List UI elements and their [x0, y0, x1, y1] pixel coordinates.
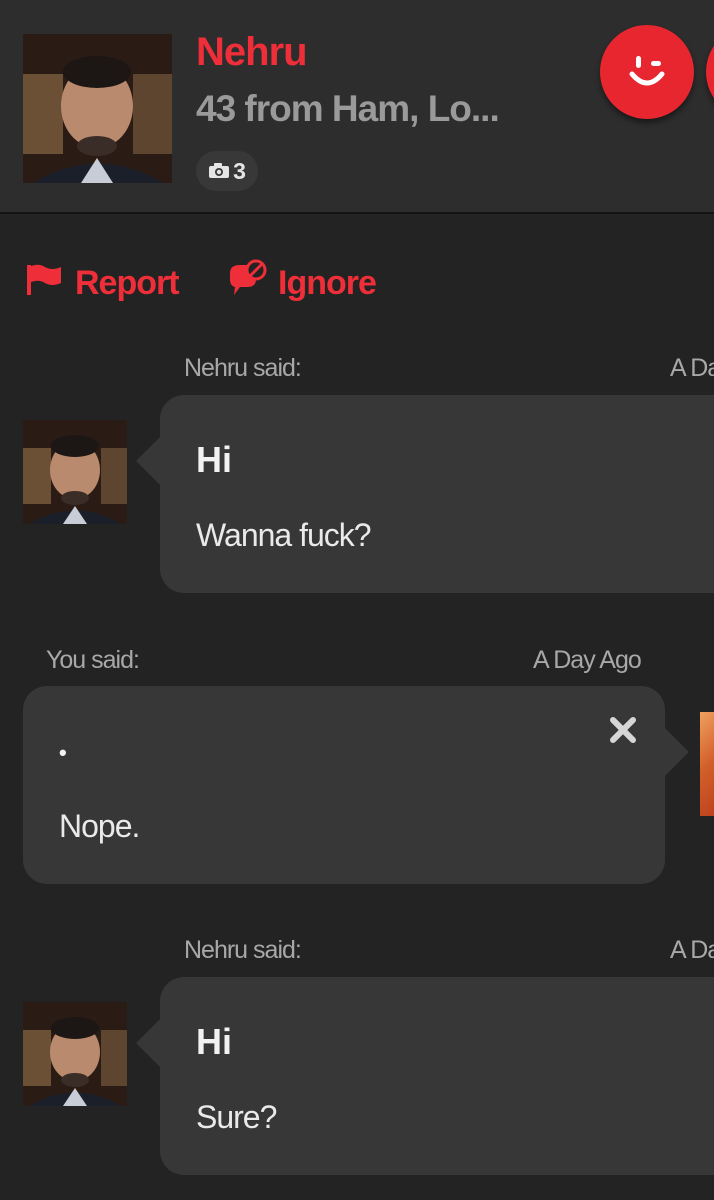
message-bubble: Hi Wanna fuck? — [136, 395, 714, 593]
profile-photo[interactable] — [23, 34, 172, 183]
flag-icon — [25, 263, 65, 304]
own-avatar[interactable] — [700, 712, 714, 816]
wink-button[interactable] — [600, 25, 694, 119]
message-sender-label: Nehru said: — [184, 354, 302, 382]
report-button[interactable]: Report — [25, 258, 180, 308]
sender-avatar[interactable] — [23, 420, 127, 524]
profile-header: Nehru 43 from Ham, Lo... 3 — [0, 0, 714, 214]
message-text: Sure? — [196, 1099, 277, 1135]
message-bubble: Hi Sure? — [136, 977, 714, 1175]
blocked-speech-bubble-icon — [226, 259, 268, 308]
sender-avatar[interactable] — [23, 1002, 127, 1106]
message-title: • — [59, 740, 67, 765]
close-x-icon[interactable] — [609, 716, 637, 744]
message-timestamp: A Da — [670, 354, 714, 382]
camera-icon — [208, 158, 230, 185]
message-title: Hi — [196, 439, 232, 480]
message-timestamp: A Day Ago — [533, 646, 642, 674]
message-thread-screen: Nehru 43 from Ham, Lo... 3 Report Ignore… — [0, 0, 714, 1200]
message-bubble-own: • Nope. — [23, 686, 689, 884]
message-sender-label: You said: — [46, 646, 140, 674]
photo-count-value: 3 — [233, 157, 246, 184]
message-title: Hi — [196, 1021, 232, 1062]
photo-count-badge[interactable]: 3 — [196, 151, 258, 191]
message-sender-label: Nehru said: — [184, 936, 302, 964]
ignore-label: Ignore — [278, 263, 377, 302]
profile-subtitle: 43 from Ham, Lo... — [196, 88, 500, 129]
ignore-button[interactable]: Ignore — [226, 258, 377, 308]
second-action-button[interactable] — [706, 25, 714, 119]
profile-name: Nehru — [196, 30, 308, 74]
wink-smiley-icon — [617, 40, 677, 105]
message-text: Wanna fuck? — [196, 517, 372, 553]
report-label: Report — [75, 263, 180, 302]
message-text: Nope. — [59, 808, 140, 844]
message-timestamp: A Da — [670, 936, 714, 964]
